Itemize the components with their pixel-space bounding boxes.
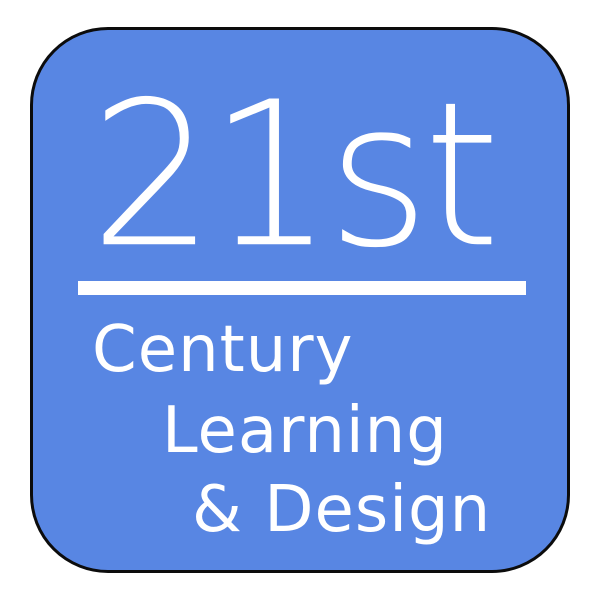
logo-tile: 21st Century Learning & Design — [30, 27, 570, 573]
logo-number: 21st — [90, 59, 500, 293]
logo-line-century: Century — [92, 313, 354, 387]
logo-line-design: & Design — [192, 473, 492, 547]
logo-line-learning: Learning — [162, 394, 448, 468]
logo-divider — [78, 281, 526, 295]
